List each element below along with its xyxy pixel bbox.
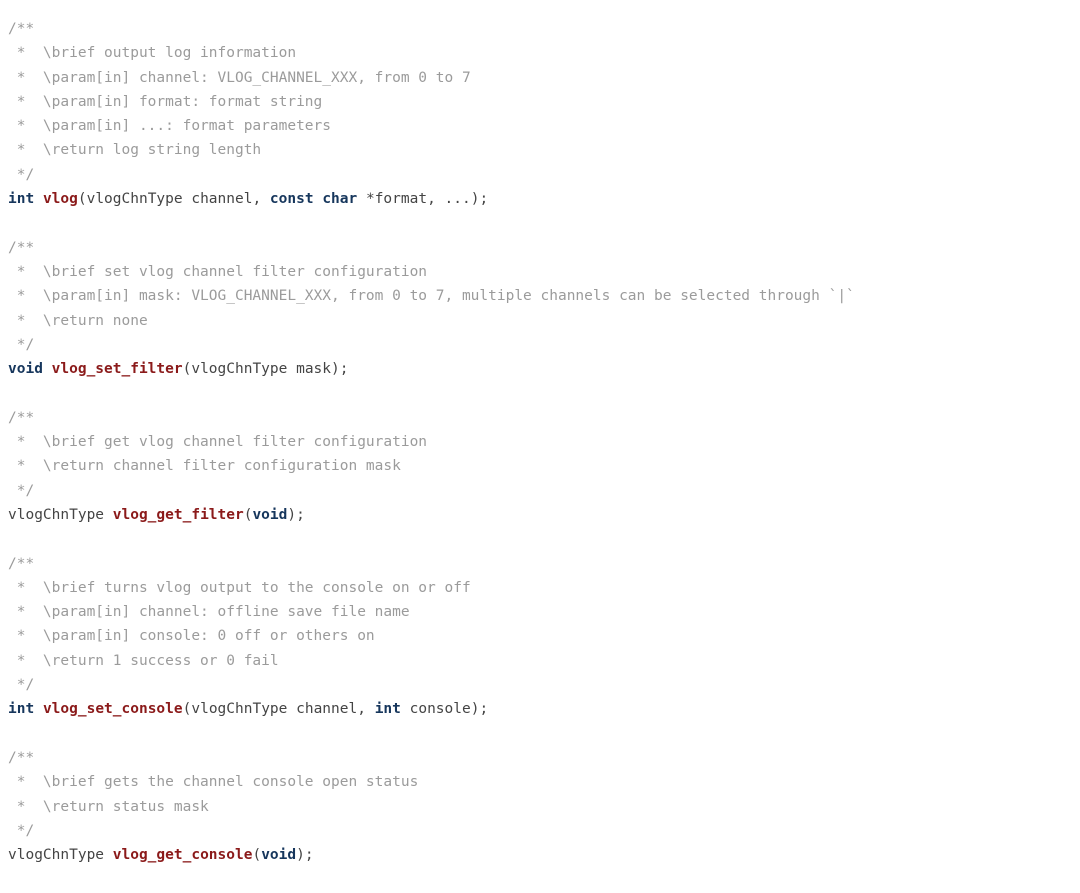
- function-declaration-vlog[interactable]: int vlog(vlogChnType channel, const char…: [8, 187, 1080, 211]
- token-plain: );: [296, 847, 314, 864]
- token-plain: );: [287, 506, 305, 523]
- comment-line: * \param[in] mask: VLOG_CHANNEL_XXX, fro…: [8, 284, 1080, 308]
- token-keyword: int: [8, 191, 35, 208]
- token-plain: (vlogChnType mask);: [182, 361, 349, 378]
- token-funcname: vlog_set_console: [42, 701, 183, 718]
- comment-text: /**: [8, 749, 35, 766]
- comment-text: * \param[in] channel: VLOG_CHANNEL_XXX, …: [8, 69, 471, 86]
- function-declaration-vlog_set_filter[interactable]: void vlog_set_filter(vlogChnType mask);: [8, 357, 1080, 381]
- token-funcname: vlog_get_console: [112, 847, 253, 864]
- code-view[interactable]: /** * \brief output log information * \p…: [0, 0, 1080, 867]
- comment-line: */: [8, 819, 1080, 843]
- comment-line: * \param[in] channel: offline save file …: [8, 600, 1080, 624]
- comment-line: * \return 1 success or 0 fail: [8, 649, 1080, 673]
- token-funcname: vlog: [42, 191, 78, 208]
- comment-line: * \param[in] ...: format parameters: [8, 114, 1080, 138]
- token-keyword: char: [322, 191, 358, 208]
- comment-line: * \param[in] format: format string: [8, 90, 1080, 114]
- token-keyword: void: [261, 847, 297, 864]
- token-plain: (: [252, 847, 262, 864]
- comment-text: */: [8, 482, 35, 499]
- comment-line: * \return none: [8, 309, 1080, 333]
- comment-text: * \return status mask: [8, 798, 209, 815]
- comment-line: */: [8, 333, 1080, 357]
- token-keyword: int: [8, 701, 35, 718]
- comment-text: * \return 1 success or 0 fail: [8, 652, 279, 669]
- comment-text: */: [8, 677, 35, 694]
- token-keyword: void: [8, 361, 43, 378]
- function-declaration-vlog_get_console[interactable]: vlogChnType vlog_get_console(void);: [8, 843, 1080, 867]
- token-plain: vlogChnType: [8, 847, 113, 864]
- comment-text: * \brief get vlog channel filter configu…: [8, 434, 428, 451]
- comment-text: * \brief output log information: [8, 45, 297, 62]
- comment-line: /**: [8, 552, 1080, 576]
- function-declaration-vlog_set_console[interactable]: int vlog_set_console(vlogChnType channel…: [8, 697, 1080, 721]
- token-plain: console);: [400, 701, 489, 718]
- comment-text: * \param[in] format: format string: [8, 93, 323, 110]
- comment-text: * \return none: [8, 312, 148, 329]
- comment-text: * \param[in] ...: format parameters: [8, 118, 332, 135]
- comment-text: */: [8, 822, 35, 839]
- comment-line: * \brief set vlog channel filter configu…: [8, 260, 1080, 284]
- token-keyword: int: [374, 701, 401, 718]
- comment-line: * \brief turns vlog output to the consol…: [8, 576, 1080, 600]
- comment-line: * \brief gets the channel console open s…: [8, 770, 1080, 794]
- comment-line: /**: [8, 406, 1080, 430]
- comment-line: */: [8, 673, 1080, 697]
- comment-text: * \param[in] mask: VLOG_CHANNEL_XXX, fro…: [8, 288, 855, 305]
- token-plain: (vlogChnType channel,: [77, 191, 270, 208]
- comment-text: /**: [8, 409, 35, 426]
- comment-line: * \return log string length: [8, 138, 1080, 162]
- comment-line: */: [8, 163, 1080, 187]
- comment-line: * \return status mask: [8, 795, 1080, 819]
- token-plain: vlogChnType: [8, 506, 113, 523]
- comment-line: * \param[in] channel: VLOG_CHANNEL_XXX, …: [8, 66, 1080, 90]
- comment-text: * \return log string length: [8, 142, 262, 159]
- token-keyword: void: [252, 506, 288, 523]
- token-funcname: vlog_set_filter: [51, 361, 183, 378]
- comment-text: * \brief turns vlog output to the consol…: [8, 579, 471, 596]
- token-keyword: const: [269, 191, 314, 208]
- comment-line: /**: [8, 236, 1080, 260]
- comment-text: * \param[in] console: 0 off or others on: [8, 628, 375, 645]
- comment-line: * \brief get vlog channel filter configu…: [8, 430, 1080, 454]
- comment-text: * \param[in] channel: offline save file …: [8, 604, 410, 621]
- comment-line: /**: [8, 746, 1080, 770]
- comment-line: * \return channel filter configuration m…: [8, 454, 1080, 478]
- comment-text: */: [8, 166, 35, 183]
- comment-text: * \brief set vlog channel filter configu…: [8, 263, 428, 280]
- comment-text: /**: [8, 555, 35, 572]
- comment-text: */: [8, 336, 35, 353]
- function-declaration-vlog_get_filter[interactable]: vlogChnType vlog_get_filter(void);: [8, 503, 1080, 527]
- comment-line: * \param[in] console: 0 off or others on: [8, 624, 1080, 648]
- comment-text: /**: [8, 239, 35, 256]
- comment-line: */: [8, 479, 1080, 503]
- token-funcname: vlog_get_filter: [112, 506, 244, 523]
- comment-line: /**: [8, 17, 1080, 41]
- token-plain: (vlogChnType channel,: [182, 701, 375, 718]
- comment-text: * \brief gets the channel console open s…: [8, 774, 419, 791]
- comment-text: /**: [8, 21, 35, 37]
- comment-text: * \return channel filter configuration m…: [8, 458, 401, 475]
- comment-line: * \brief output log information: [8, 41, 1080, 65]
- token-plain: *format, ...);: [357, 191, 489, 208]
